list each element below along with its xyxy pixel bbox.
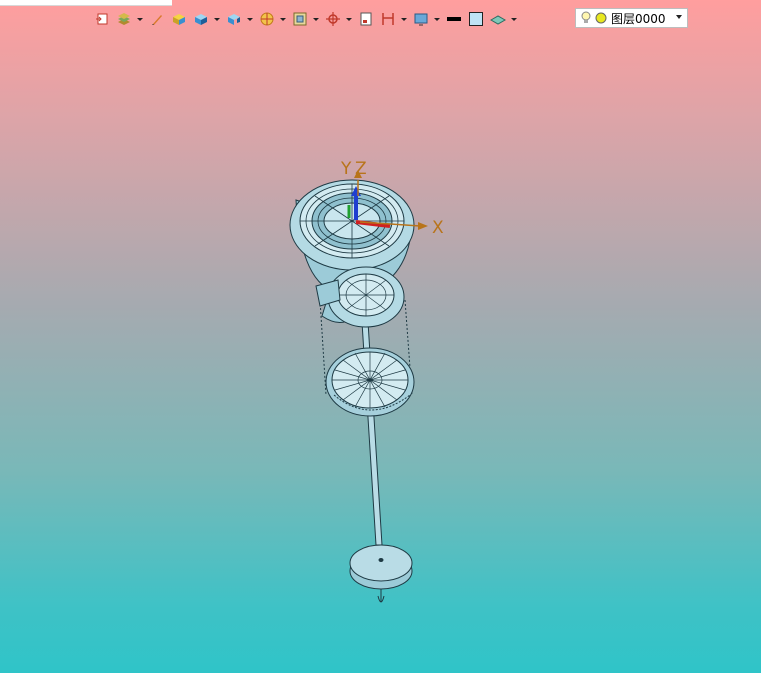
model-viewport[interactable]: Y Z X	[0, 0, 761, 673]
axis-label-z: Z	[355, 159, 367, 179]
axis-label-y: Y	[340, 159, 352, 179]
clock-model[interactable]	[289, 179, 415, 603]
axis-label-x: X	[432, 218, 444, 238]
